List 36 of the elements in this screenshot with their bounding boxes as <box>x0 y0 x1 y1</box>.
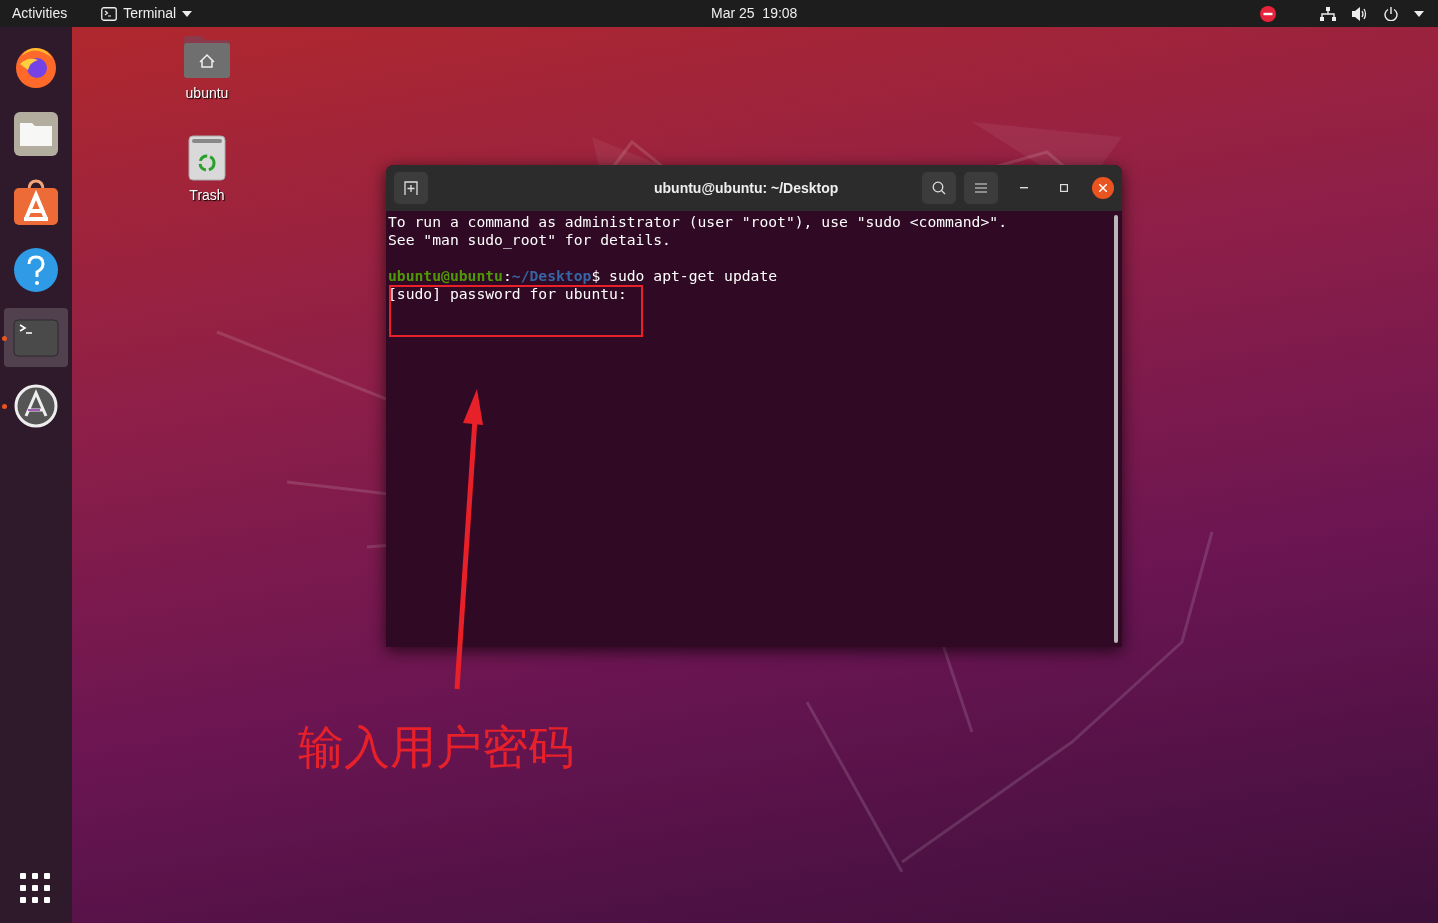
caret-icon <box>182 10 193 17</box>
terminal-output-line: To run a command as administrator (user "root"), use "sudo <command>". <box>388 213 1008 231</box>
help-icon[interactable] <box>13 246 59 293</box>
folder-icon[interactable] <box>13 110 59 157</box>
menu-icon <box>975 183 987 193</box>
menu-button[interactable] <box>964 172 998 204</box>
network-icon[interactable] <box>1320 6 1336 21</box>
new-tab-icon <box>404 181 418 195</box>
close-icon <box>1099 184 1107 192</box>
terminal-prompt-line: ubuntu@ubuntu:~/Desktop$ sudo apt-get update <box>388 267 779 285</box>
volume-icon[interactable] <box>1352 6 1368 21</box>
desktop-icon-label[interactable]: ubuntu <box>185 83 229 104</box>
annotation-text: 输入用户密码 <box>298 719 574 776</box>
clock[interactable]: Mar 25 19:08 <box>711 3 798 24</box>
shopping-bag-icon[interactable] <box>13 177 59 226</box>
app-menu[interactable]: Terminal <box>101 3 193 24</box>
close-button[interactable] <box>1092 177 1114 199</box>
do-not-disturb-icon[interactable] <box>1260 5 1276 22</box>
minimize-icon <box>1020 187 1028 189</box>
search-icon <box>932 181 946 195</box>
activities-button[interactable]: Activities <box>12 3 68 24</box>
terminal-output-line: See "man sudo_root" for details. <box>388 231 672 249</box>
search-button[interactable] <box>922 172 956 204</box>
home-folder-icon[interactable] <box>183 35 231 79</box>
maximize-icon <box>1060 184 1068 192</box>
new-tab-button[interactable] <box>394 172 428 204</box>
terminal-icon[interactable] <box>13 318 59 357</box>
updater-icon[interactable] <box>14 383 58 428</box>
trash-icon[interactable] <box>188 135 226 181</box>
terminal-icon <box>101 6 118 21</box>
caret-icon[interactable] <box>1414 10 1424 17</box>
terminal-output-line: [sudo] password for ubuntu: <box>388 285 628 303</box>
desktop-icon-label[interactable]: Trash <box>189 185 225 206</box>
power-icon[interactable] <box>1384 6 1398 21</box>
app-grid-icon[interactable] <box>20 873 52 905</box>
window-title: ubuntu@ubuntu: ~/Desktop <box>654 178 839 198</box>
